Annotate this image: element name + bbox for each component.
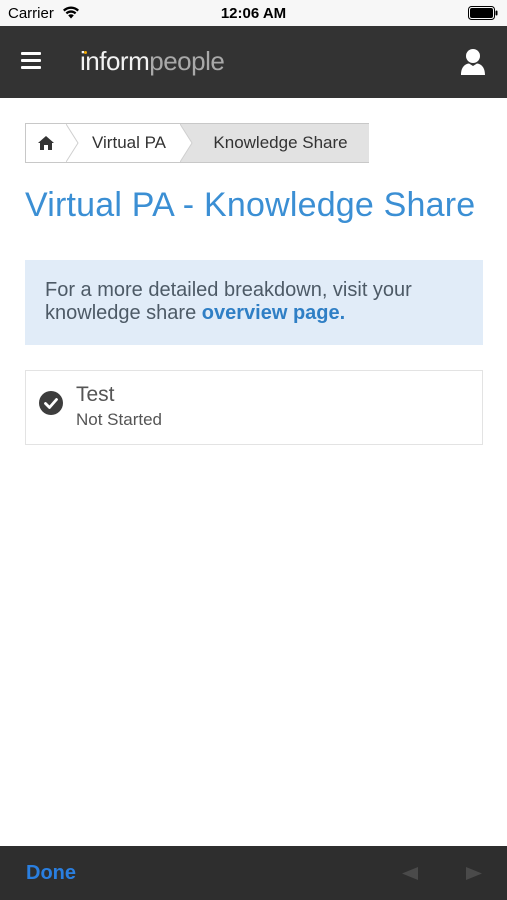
informpeople-logo: informpeople <box>80 46 225 76</box>
list-item[interactable]: Test Not Started <box>25 370 483 445</box>
back-arrow-icon[interactable] <box>402 867 418 880</box>
overview-page-link[interactable]: overview page. <box>202 302 345 324</box>
info-box: For a more detailed breakdown, visit you… <box>25 260 483 345</box>
battery-icon <box>468 6 498 20</box>
home-icon <box>38 136 54 150</box>
bottom-toolbar: Done <box>0 846 507 900</box>
breadcrumb: Virtual PA Knowledge Share <box>25 123 369 163</box>
user-profile-icon[interactable] <box>460 48 486 76</box>
breadcrumb-current: Knowledge Share <box>180 124 369 162</box>
breadcrumb-separator <box>180 124 193 162</box>
item-title: Test <box>76 383 115 406</box>
clock: 12:06 AM <box>220 5 287 22</box>
breadcrumb-current-label: Knowledge Share <box>213 133 348 152</box>
hamburger-menu-icon[interactable] <box>21 52 41 69</box>
forward-arrow-icon[interactable] <box>466 867 482 880</box>
breadcrumb-separator <box>66 124 79 162</box>
check-circle-icon <box>39 391 63 415</box>
app-header: informpeople <box>0 26 507 98</box>
page-title: Virtual PA - Knowledge Share <box>25 186 476 224</box>
breadcrumb-item-virtual-pa[interactable]: Virtual PA <box>80 124 180 162</box>
item-status: Not Started <box>76 410 162 429</box>
breadcrumb-home[interactable] <box>26 124 66 162</box>
status-bar: Carrier 12:06 AM <box>0 0 507 26</box>
done-button[interactable]: Done <box>26 862 76 885</box>
